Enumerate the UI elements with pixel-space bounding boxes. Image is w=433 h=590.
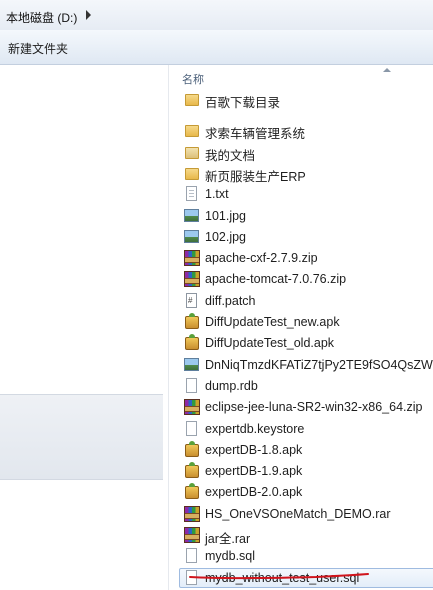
new-folder-button[interactable]: 新建文件夹 (8, 40, 68, 57)
apk-icon (184, 483, 200, 500)
archive-icon (184, 250, 200, 267)
file-name: apache-tomcat-7.0.76.zip (205, 272, 347, 287)
archive-icon (184, 399, 200, 416)
navigation-pane-highlight[interactable] (0, 394, 163, 480)
file-name: 102.jpg (205, 229, 247, 244)
file-row[interactable]: jar全.rar (179, 525, 433, 546)
text-file-icon (184, 186, 200, 202)
folder-icon (184, 165, 200, 181)
folder-icon (184, 122, 200, 138)
file-row-selected[interactable]: mydb_without_test_user.sql (179, 567, 433, 588)
file-name: 新页服装生产ERP (205, 169, 306, 184)
documents-folder-icon (184, 144, 200, 160)
file-name: diff.patch (205, 293, 256, 308)
file-row[interactable]: expertDB-2.0.apk (179, 482, 433, 502)
file-row[interactable]: dump.rdb (179, 376, 433, 396)
sort-ascending-icon (383, 68, 391, 72)
file-row[interactable]: 102.jpg (179, 227, 433, 247)
file-name: 我的文档 (205, 148, 256, 163)
file-name: 百歌下载目录 (205, 96, 281, 110)
file-row[interactable]: HS_OneVSOneMatch_DEMO.rar (179, 504, 433, 524)
address-bar[interactable]: 本地磁盘 (D:) (0, 0, 433, 31)
file-row[interactable]: eclipse-jee-luna-SR2-win32-x86_64.zip (179, 397, 433, 417)
file-name: expertdb.keystore (205, 421, 305, 436)
file-row[interactable]: expertDB-1.8.apk (179, 440, 433, 460)
folder-icon (184, 91, 200, 107)
file-name: DiffUpdateTest_old.apk (205, 336, 335, 351)
image-file-icon (184, 357, 200, 373)
archive-icon (184, 271, 200, 288)
file-name: mydb_without_test_user.sql (205, 570, 360, 585)
archive-icon (184, 505, 200, 522)
file-name: 求索车辆管理系统 (205, 127, 306, 142)
apk-icon (184, 462, 200, 479)
breadcrumb-chevron-icon[interactable] (86, 10, 91, 20)
file-row[interactable]: apache-tomcat-7.0.76.zip (179, 269, 433, 289)
file-row[interactable]: DiffUpdateTest_old.apk (179, 333, 433, 353)
file-icon (184, 420, 200, 437)
archive-icon (184, 527, 200, 543)
file-row[interactable]: 百歌下载目录 (179, 89, 433, 110)
image-file-icon (184, 229, 200, 245)
file-name: apache-cxf-2.7.9.zip (205, 251, 318, 266)
file-row[interactable]: apache-cxf-2.7.9.zip (179, 248, 433, 268)
file-row[interactable]: expertDB-1.9.apk (179, 461, 433, 481)
patch-file-icon: # (184, 292, 200, 309)
breadcrumb-drive[interactable]: 本地磁盘 (D:) (6, 9, 77, 26)
apk-icon (184, 440, 200, 458)
navigation-pane[interactable] (0, 65, 168, 590)
file-name: eclipse-jee-luna-SR2-win32-x86_64.zip (205, 400, 423, 415)
apk-icon (184, 334, 200, 351)
file-name: jar全.rar (205, 532, 251, 546)
file-row[interactable]: 1.txt (179, 184, 433, 204)
file-row[interactable]: # diff.patch (179, 291, 433, 311)
file-row[interactable]: expertdb.keystore (179, 419, 433, 439)
file-name: expertDB-2.0.apk (205, 485, 303, 500)
column-header-name[interactable]: 名称 (182, 71, 204, 87)
file-row[interactable]: mydb.sql (179, 546, 433, 566)
file-icon (184, 377, 200, 394)
file-row[interactable]: 求索车辆管理系统 (179, 120, 433, 142)
file-row[interactable]: DiffUpdateTest_new.apk (179, 312, 433, 332)
file-name: 1.txt (205, 187, 229, 202)
apk-icon (184, 313, 200, 330)
file-name: HS_OneVSOneMatch_DEMO.rar (205, 506, 391, 521)
file-name: expertDB-1.8.apk (205, 442, 303, 457)
file-name: DiffUpdateTest_new.apk (205, 315, 340, 329)
file-name: dump.rdb (205, 378, 258, 393)
file-icon (184, 569, 200, 586)
file-name: DnNiqTmzdKFATiZ7tjPy2TE9fSO4QsZW9 (205, 357, 433, 372)
command-bar: 新建文件夹 (0, 30, 433, 65)
file-row[interactable]: DnNiqTmzdKFATiZ7tjPy2TE9fSO4QsZW9 (179, 355, 433, 375)
file-name: 101.jpg (205, 208, 247, 223)
pane-divider[interactable] (168, 65, 169, 590)
file-list[interactable]: 名称 百歌下载目录求索车辆管理系统 我的文档新页服装生产ERP 1.txt 101.j… (170, 65, 433, 590)
file-name: expertDB-1.9.apk (205, 464, 303, 479)
file-icon (184, 548, 200, 564)
image-file-icon (184, 208, 200, 224)
file-row[interactable]: 我的文档 (179, 142, 433, 163)
file-name: mydb.sql (205, 549, 256, 564)
file-row[interactable]: 新页服装生产ERP (179, 163, 433, 184)
file-row[interactable]: 101.jpg (179, 206, 433, 226)
